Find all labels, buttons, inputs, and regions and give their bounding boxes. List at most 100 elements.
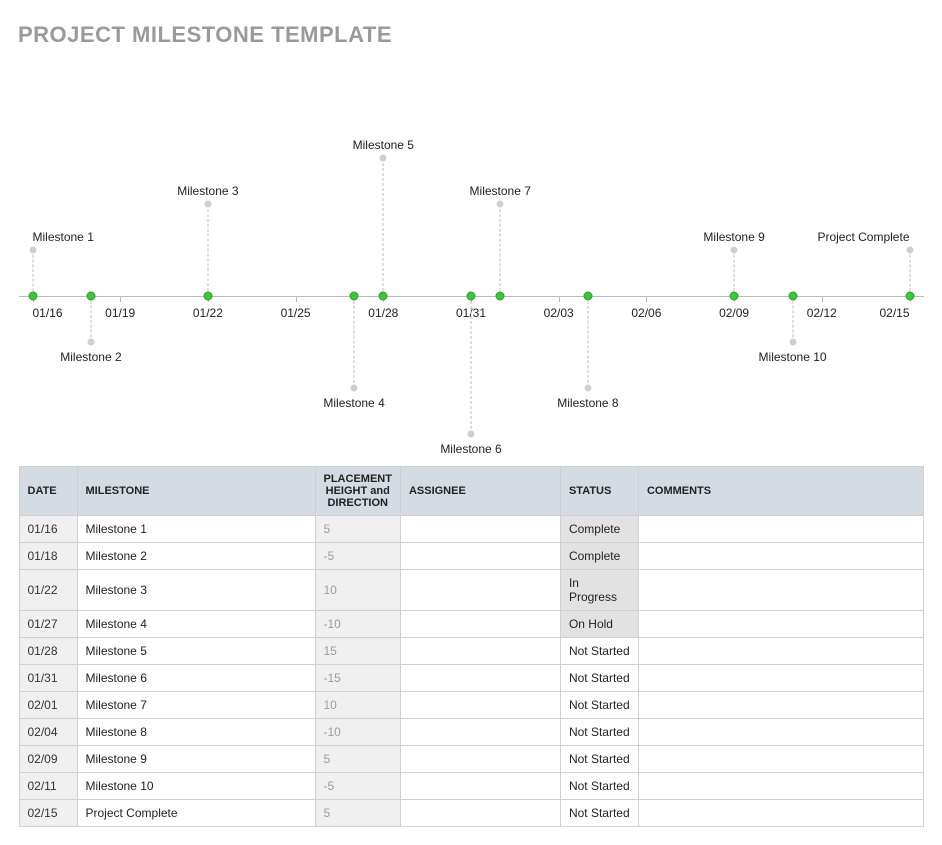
- cell-date: 02/11: [19, 773, 77, 800]
- cell-placement: 10: [315, 692, 400, 719]
- cell-date: 02/15: [19, 800, 77, 827]
- cell-date: 01/28: [19, 638, 77, 665]
- milestone-connector: [500, 204, 501, 296]
- axis-tick: [822, 296, 823, 302]
- axis-tick-label: 02/06: [631, 306, 661, 320]
- axis-tick: [296, 296, 297, 302]
- milestone-label: Milestone 8: [557, 396, 618, 410]
- col-header-assignee: ASSIGNEE: [400, 467, 560, 516]
- table-row: 02/11Milestone 10-5Not Started: [19, 773, 923, 800]
- cell-placement: 5: [315, 800, 400, 827]
- milestone-label: Milestone 6: [440, 442, 501, 456]
- milestone-connector: [471, 296, 472, 434]
- milestone-label: Milestone 4: [323, 396, 384, 410]
- cell-assignee: [400, 665, 560, 692]
- table-row: 01/22Milestone 310In Progress: [19, 570, 923, 611]
- axis-tick-label: 01/28: [368, 306, 398, 320]
- cell-assignee: [400, 543, 560, 570]
- cell-comments: [638, 773, 923, 800]
- cell-placement: -5: [315, 543, 400, 570]
- axis-tick: [559, 296, 560, 302]
- cell-comments: [638, 638, 923, 665]
- milestone-axis-marker: [350, 292, 359, 301]
- cell-assignee: [400, 692, 560, 719]
- cell-date: 01/18: [19, 543, 77, 570]
- cell-comments: [638, 543, 923, 570]
- cell-placement: -10: [315, 611, 400, 638]
- cell-comments: [638, 719, 923, 746]
- milestone-connector: [909, 250, 910, 296]
- col-header-comments: COMMENTS: [638, 467, 923, 516]
- cell-date: 01/22: [19, 570, 77, 611]
- axis-tick-label: 02/12: [807, 306, 837, 320]
- milestone-end-dot: [789, 339, 796, 346]
- cell-placement: 10: [315, 570, 400, 611]
- cell-date: 01/27: [19, 611, 77, 638]
- cell-milestone: Project Complete: [77, 800, 315, 827]
- axis-tick-label: 02/15: [879, 306, 909, 320]
- milestone-connector: [734, 250, 735, 296]
- cell-assignee: [400, 516, 560, 543]
- milestone-label: Milestone 3: [177, 184, 238, 198]
- cell-status: On Hold: [560, 611, 638, 638]
- table-row: 02/09Milestone 95Not Started: [19, 746, 923, 773]
- cell-milestone: Milestone 7: [77, 692, 315, 719]
- milestone-axis-marker: [730, 292, 739, 301]
- milestone-end-dot: [204, 201, 211, 208]
- table-row: 01/18Milestone 2-5 Complete: [19, 543, 923, 570]
- cell-milestone: Milestone 1: [77, 516, 315, 543]
- milestone-label: Milestone 5: [353, 138, 414, 152]
- milestone-end-dot: [906, 247, 913, 254]
- milestone-end-dot: [87, 339, 94, 346]
- table-row: 01/28Milestone 515Not Started: [19, 638, 923, 665]
- milestone-label: Milestone 1: [33, 230, 94, 244]
- cell-comments: [638, 746, 923, 773]
- cell-placement: 5: [315, 516, 400, 543]
- milestone-axis-marker: [905, 292, 914, 301]
- cell-milestone: Milestone 6: [77, 665, 315, 692]
- axis-tick: [646, 296, 647, 302]
- cell-comments: [638, 516, 923, 543]
- cell-status: Not Started: [560, 773, 638, 800]
- table-header-row: DATE MILESTONE PLACEMENT HEIGHT and DIRE…: [19, 467, 923, 516]
- cell-status: Not Started: [560, 800, 638, 827]
- cell-comments: [638, 570, 923, 611]
- cell-status: Complete: [560, 543, 638, 570]
- cell-comments: [638, 665, 923, 692]
- milestone-axis-marker: [467, 292, 476, 301]
- milestone-label: Milestone 2: [60, 350, 121, 364]
- cell-date: 02/01: [19, 692, 77, 719]
- cell-milestone: Milestone 9: [77, 746, 315, 773]
- cell-status: Not Started: [560, 746, 638, 773]
- axis-tick-label: 01/22: [193, 306, 223, 320]
- milestone-connector: [90, 296, 91, 342]
- milestone-label: Milestone 7: [470, 184, 531, 198]
- milestone-label: Project Complete: [817, 230, 909, 244]
- milestone-end-dot: [497, 201, 504, 208]
- milestone-connector: [207, 204, 208, 296]
- milestone-axis-marker: [583, 292, 592, 301]
- table-row: 01/27Milestone 4-10 On Hold: [19, 611, 923, 638]
- milestone-end-dot: [468, 431, 475, 438]
- cell-status: Not Started: [560, 719, 638, 746]
- cell-milestone: Milestone 4: [77, 611, 315, 638]
- cell-milestone: Milestone 2: [77, 543, 315, 570]
- table-row: 01/31Milestone 6-15Not Started: [19, 665, 923, 692]
- cell-assignee: [400, 800, 560, 827]
- milestone-table: DATE MILESTONE PLACEMENT HEIGHT and DIRE…: [19, 466, 924, 827]
- milestone-end-dot: [29, 247, 36, 254]
- col-header-status: STATUS: [560, 467, 638, 516]
- milestone-axis-marker: [86, 292, 95, 301]
- table-row: 02/04Milestone 8-10Not Started: [19, 719, 923, 746]
- milestone-axis-marker: [203, 292, 212, 301]
- cell-assignee: [400, 773, 560, 800]
- cell-assignee: [400, 719, 560, 746]
- cell-placement: 5: [315, 746, 400, 773]
- milestone-axis-marker: [379, 292, 388, 301]
- cell-milestone: Milestone 8: [77, 719, 315, 746]
- axis-tick-label: 02/03: [544, 306, 574, 320]
- milestone-connector: [792, 296, 793, 342]
- cell-status: Not Started: [560, 692, 638, 719]
- milestone-connector: [383, 158, 384, 296]
- table-row: 02/01Milestone 710 Not Started: [19, 692, 923, 719]
